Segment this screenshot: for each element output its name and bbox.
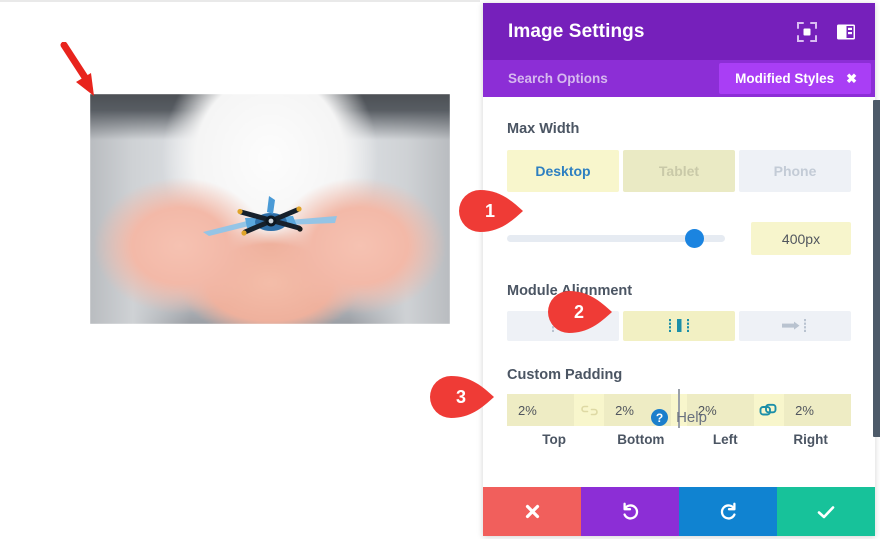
slider-handle[interactable]: [685, 229, 705, 248]
close-icon: [525, 504, 539, 519]
max-width-slider-row: 400px: [507, 222, 851, 255]
panel-title: Image Settings: [508, 20, 645, 42]
callout-number-3: 3: [455, 386, 466, 407]
close-icon[interactable]: ✖: [846, 72, 857, 85]
help-link[interactable]: ? Help: [483, 409, 875, 426]
help-icon: ?: [651, 409, 669, 426]
modified-styles-badge[interactable]: Modified Styles ✖: [719, 63, 871, 94]
tab-phone[interactable]: Phone: [739, 150, 851, 192]
align-right-icon: [782, 319, 806, 332]
custom-padding-label: Custom Padding: [507, 367, 623, 383]
max-width-value-input[interactable]: 400px: [751, 222, 851, 255]
cancel-button[interactable]: [483, 487, 581, 536]
image-module-preview[interactable]: [90, 94, 450, 324]
redo-button[interactable]: [679, 487, 777, 536]
align-center-button[interactable]: [623, 311, 735, 341]
panel-action-bar: [483, 487, 875, 536]
redo-icon: [720, 502, 736, 520]
undo-button[interactable]: [581, 487, 679, 536]
align-right-button[interactable]: [739, 311, 851, 341]
callout-marker-2: 2: [548, 291, 614, 333]
padding-bottom-label: Bottom: [617, 432, 665, 447]
callout-marker-3: 3: [430, 376, 496, 418]
layout-panel-icon[interactable]: [835, 21, 857, 43]
panel-header-icons: [796, 3, 857, 60]
search-options-input[interactable]: Search Options: [508, 71, 608, 86]
tab-tablet[interactable]: Tablet: [623, 150, 735, 192]
panel-search-bar: Search Options Modified Styles ✖: [483, 60, 875, 97]
modified-styles-label: Modified Styles: [735, 71, 835, 86]
padding-left-label: Left: [712, 432, 738, 447]
max-width-slider[interactable]: [507, 229, 725, 248]
tab-desktop[interactable]: Desktop: [507, 150, 619, 192]
help-label: Help: [676, 409, 707, 426]
padding-right-label: Right: [793, 432, 828, 447]
panel-scrollbar[interactable]: [873, 100, 880, 437]
undo-icon: [622, 502, 638, 520]
page-canvas: [0, 2, 480, 539]
panel-body: Max Width Desktop Tablet Phone 400px Mod…: [483, 97, 875, 502]
toy-airplane-illustration: [203, 195, 337, 236]
callout-marker-1: 1: [459, 190, 525, 232]
panel-header: Image Settings: [483, 3, 875, 60]
callout-number-2: 2: [573, 301, 584, 322]
device-tabs: Desktop Tablet Phone: [507, 150, 851, 192]
max-width-label: Max Width: [507, 121, 580, 137]
padding-top-label: Top: [542, 432, 567, 447]
align-center-icon: [669, 319, 689, 332]
focus-expand-icon[interactable]: [796, 21, 818, 43]
save-button[interactable]: [777, 487, 875, 536]
image-settings-panel: Image Settings Search Options Modified S…: [483, 3, 880, 536]
check-icon: [817, 505, 835, 518]
custom-padding-labels: Top Bottom Left Right: [507, 432, 851, 447]
red-arrow-annotation: [60, 42, 94, 96]
callout-number-1: 1: [484, 200, 495, 221]
screenshot-root: Image Settings Search Options Modified S…: [0, 0, 880, 539]
